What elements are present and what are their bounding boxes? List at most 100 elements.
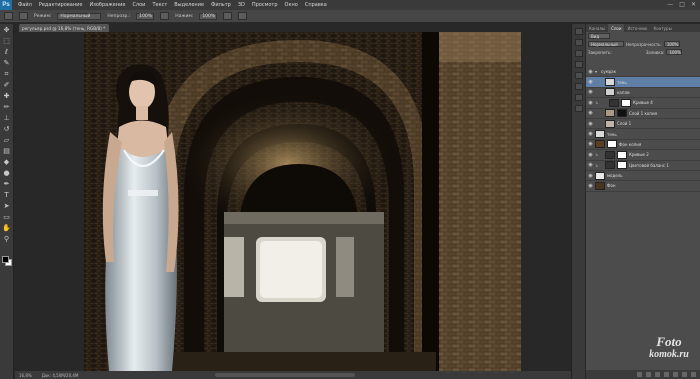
foreground-color-swatch[interactable] [2,256,9,263]
brush-panel-icon[interactable] [19,12,28,20]
opacity-pressure-icon[interactable] [160,12,170,20]
marquee-tool-icon[interactable]: ⬚ [2,37,12,46]
character-panel-icon[interactable] [574,72,583,79]
visibility-eye-icon[interactable]: ◉ [586,131,595,137]
layer-name: тень [607,131,617,137]
paragraph-panel-icon[interactable] [574,83,583,90]
visibility-eye-icon[interactable]: ◉ [586,162,595,168]
history-panel-icon[interactable] [574,28,583,35]
layer-row[interactable]: ◉ ↳ Кривые 2 [586,150,700,161]
lasso-tool-icon[interactable]: ℓ [2,48,12,57]
layer-row[interactable]: ◉ Фон [586,181,700,192]
quick-select-tool-icon[interactable]: ✎ [2,59,12,68]
size-pressure-icon[interactable] [238,12,248,20]
tab-source[interactable]: Источник [624,24,650,32]
menu-filter[interactable]: Фильтр [211,2,231,8]
layer-row[interactable]: ◉ ↳ Кривые 4 [586,98,700,109]
menu-file[interactable]: Файл [18,2,32,8]
layer-row[interactable]: ◉ тень [586,129,700,140]
layer-row[interactable]: ◉ капли [586,88,700,99]
menu-image[interactable]: Изображение [89,2,125,8]
crop-tool-icon[interactable]: ⌗ [2,70,12,79]
actions-panel-icon[interactable] [574,39,583,46]
menu-layers[interactable]: Слои [132,2,145,8]
tab-layers[interactable]: Слои [608,24,625,32]
info-panel-icon[interactable] [574,94,583,101]
eyedropper-tool-icon[interactable]: ✐ [2,81,12,90]
menu-window[interactable]: Окно [285,2,298,8]
mode-select[interactable]: Нормальный [57,12,102,20]
layer-thumbnail [605,119,615,128]
visibility-eye-icon[interactable]: ◉ [586,141,595,147]
layer-name: Кривые 4 [633,100,653,106]
visibility-eye-icon[interactable]: ◉ [586,152,595,158]
airbrush-icon[interactable] [223,12,233,20]
blur-tool-icon[interactable]: ◆ [2,158,12,167]
menu-view[interactable]: Просмотр [252,2,278,8]
layer-row[interactable]: ◉ тень [586,77,700,88]
layer-fill-field[interactable]: 100% [666,49,683,55]
maximize-button[interactable]: □ [679,1,685,8]
brush-preset-icon[interactable] [4,12,13,20]
dodge-tool-icon[interactable]: ● [2,169,12,178]
document-tab[interactable]: регульяр.psd @ 16,8% (тень, RGB/8) * [19,24,109,32]
stamp-tool-icon[interactable]: ⊥ [2,114,12,123]
gradient-tool-icon[interactable]: ▤ [2,147,12,156]
layer-row[interactable]: ◉ Слой 1 [586,119,700,130]
close-button[interactable]: ✕ [691,1,696,8]
layer-row[interactable]: ◉ ▾ сумрак [586,67,700,78]
layer-name: Слой 1 [617,121,632,127]
visibility-eye-icon[interactable]: ◉ [586,173,595,179]
pen-tool-icon[interactable]: ✒ [2,180,12,189]
pressure-field[interactable]: 100% [199,12,218,20]
move-tool-icon[interactable]: ✥ [2,26,12,35]
path-select-tool-icon[interactable]: ➤ [2,202,12,211]
watermark-line-2: komok.ru [649,349,689,360]
visibility-eye-icon[interactable]: ◉ [586,183,595,189]
clip-arrow-icon: ↳ [595,152,599,158]
layer-opacity-field[interactable]: 100% [663,41,680,47]
visibility-eye-icon[interactable]: ◉ [586,110,595,116]
visibility-eye-icon[interactable]: ◉ [586,121,595,127]
layer-row[interactable]: ◉ модель [586,171,700,182]
color-balance-adjust-icon [605,161,615,170]
history-brush-tool-icon[interactable]: ↺ [2,125,12,134]
clone-source-panel-icon[interactable] [574,61,583,68]
properties-panel-icon[interactable] [574,105,583,112]
tab-paths[interactable]: Контуры [650,24,674,32]
blend-mode-select[interactable]: Нормальный [588,41,624,47]
type-tool-icon[interactable]: T [2,191,12,200]
minimize-button[interactable]: — [667,1,673,8]
menu-help[interactable]: Справка [305,2,327,8]
opacity-field[interactable]: 100% [136,12,155,20]
zoom-tool-icon[interactable]: ⚲ [2,235,12,244]
layer-name: Кривые 2 [629,152,649,158]
menu-type[interactable]: Текст [152,2,167,8]
zoom-readout[interactable]: 16,8% [19,373,32,378]
layer-row[interactable]: ◉ Слой 1 копия [586,109,700,119]
menu-edit[interactable]: Редактирование [39,2,83,8]
visibility-eye-icon[interactable]: ◉ [586,79,595,85]
horizontal-scrollbar[interactable] [215,373,355,377]
layer-row[interactable]: ◉ Фон копия [586,140,700,151]
layer-name: Фон копия [619,141,642,147]
eraser-tool-icon[interactable]: ▱ [2,136,12,145]
layer-mask-thumbnail [607,140,617,149]
brush-tool-icon[interactable]: ✏ [2,103,12,112]
layer-row[interactable]: ◉ ↳ Цветовой баланс 1 [586,161,700,171]
hand-tool-icon[interactable]: ✋ [2,224,12,233]
image-canvas[interactable] [84,32,521,371]
visibility-eye-icon[interactable]: ◉ [586,89,595,95]
brush-panel-icon[interactable] [574,50,583,57]
healing-tool-icon[interactable]: ✚ [2,92,12,101]
kind-filter-select[interactable]: Вид [588,33,610,39]
tab-channels[interactable]: Каналы [586,24,608,32]
shape-tool-icon[interactable]: ▭ [2,213,12,222]
layer-thumbnail [595,140,605,149]
menu-select[interactable]: Выделение [174,2,204,8]
menu-3d[interactable]: 3D [238,2,245,8]
visibility-eye-icon[interactable]: ◉ [586,100,595,106]
layer-thumbnail [605,88,615,97]
visibility-eye-icon[interactable]: ◉ [586,69,595,75]
layer-name: модель [607,173,623,179]
